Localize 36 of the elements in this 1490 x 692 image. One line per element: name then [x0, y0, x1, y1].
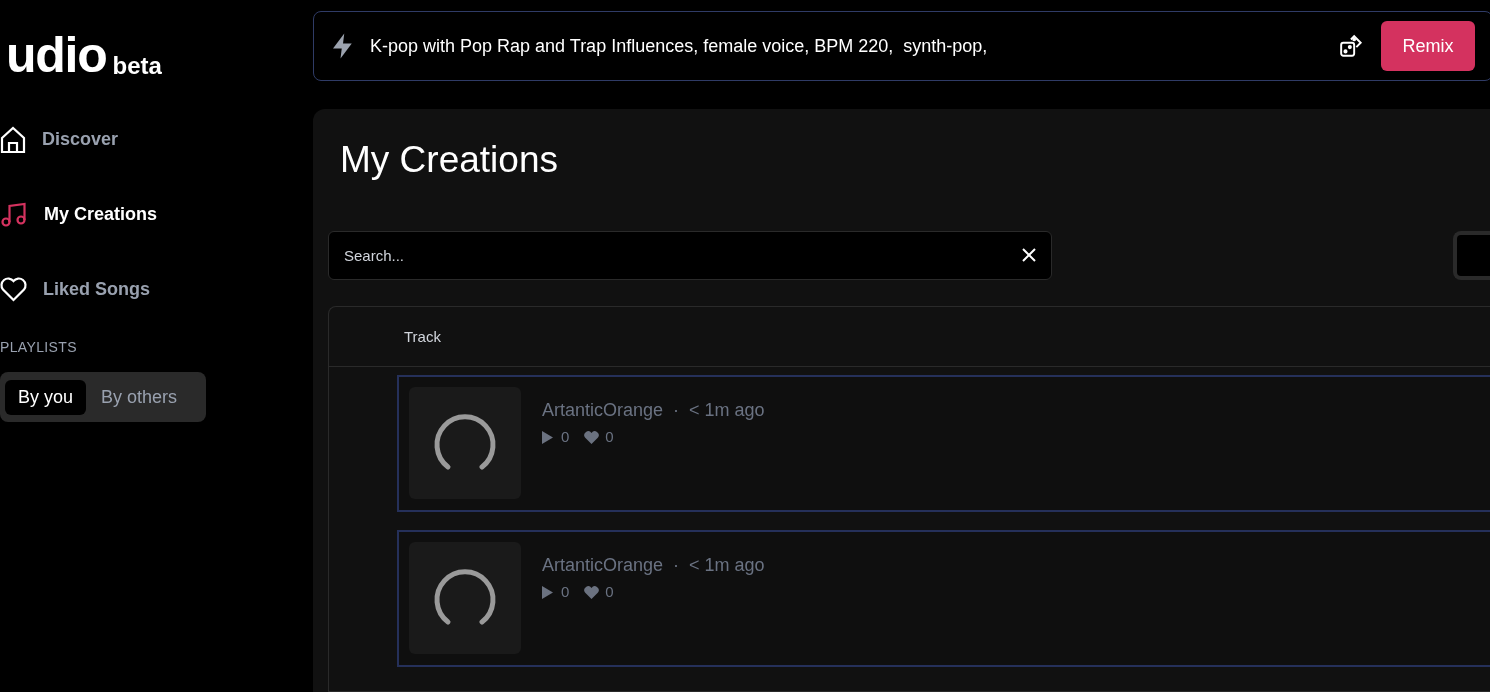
- search-field[interactable]: Search...: [328, 231, 1052, 281]
- page-title: My Creations: [339, 138, 559, 182]
- track-author[interactable]: ArtanticOrange: [542, 397, 664, 425]
- loading-spinner-icon: [433, 414, 497, 473]
- heart-icon: [584, 586, 600, 599]
- home-icon: [0, 125, 26, 154]
- track-time: < 1m ago: [689, 554, 765, 578]
- playlist-tab[interactable]: By you: [5, 379, 87, 415]
- nav-link[interactable]: Discover: [42, 126, 119, 153]
- play-icon: [542, 586, 553, 599]
- heart-icon: [584, 431, 600, 444]
- track-author[interactable]: ArtanticOrange: [542, 552, 664, 580]
- track-row[interactable]: ArtanticOrange · < 1m ago 0 0: [397, 530, 1490, 668]
- section-heading: PLAYLISTS: [0, 338, 78, 357]
- play-icon: [542, 431, 553, 444]
- beta-label: beta: [112, 54, 162, 78]
- clear-icon[interactable]: [1021, 247, 1037, 264]
- separator: ·: [673, 554, 680, 578]
- music-note-icon: [0, 201, 28, 228]
- nav-link[interactable]: Liked Songs: [43, 276, 150, 303]
- track-row[interactable]: ArtanticOrange · < 1m ago 0 0: [397, 375, 1490, 513]
- like-count: 0: [605, 427, 614, 448]
- track-time: < 1m ago: [689, 399, 765, 423]
- heart-icon: [0, 277, 27, 302]
- playlist-tab[interactable]: By others: [86, 379, 193, 415]
- loading-spinner-icon: [433, 569, 497, 628]
- play-count: 0: [561, 582, 570, 603]
- remix-button[interactable]: Remix: [1381, 21, 1475, 71]
- dice-icon[interactable]: [1339, 33, 1365, 59]
- like-count: 0: [605, 582, 614, 603]
- prompt-field[interactable]: K-pop with Pop Rap and Trap Influences, female voice, BPM 220, synth-pop, Remix: [313, 11, 1490, 81]
- logo-wordmark[interactable]: udio: [6, 30, 107, 80]
- separator: ·: [673, 399, 680, 423]
- play-count: 0: [561, 427, 570, 448]
- column-header: Track: [404, 326, 441, 347]
- nav-link[interactable]: My Creations: [44, 201, 158, 228]
